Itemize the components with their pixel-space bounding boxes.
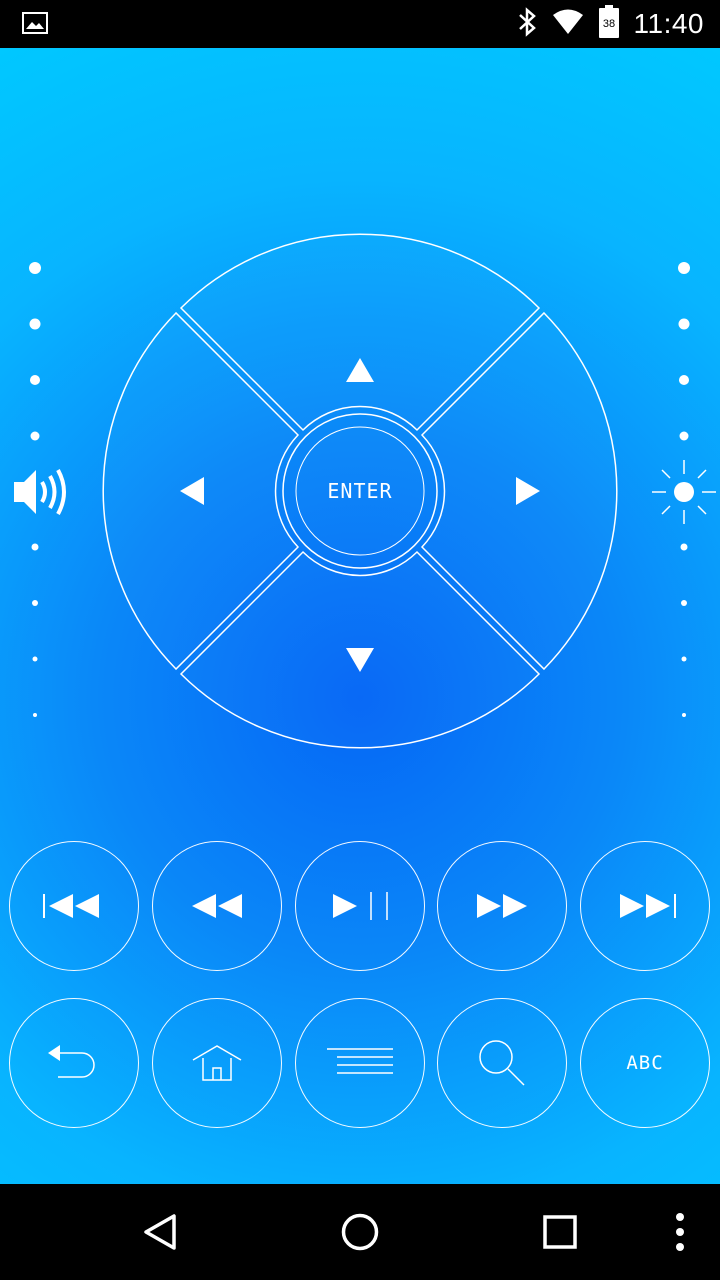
volume-icon bbox=[12, 466, 72, 518]
home-icon bbox=[192, 1045, 242, 1081]
nav-recents-button[interactable] bbox=[536, 1208, 584, 1256]
play-pause-button[interactable] bbox=[295, 841, 425, 971]
battery-icon: 38 bbox=[598, 5, 620, 43]
brightness-slider[interactable] bbox=[640, 48, 720, 768]
home-button[interactable] bbox=[152, 998, 282, 1128]
image-icon bbox=[22, 12, 48, 34]
status-time: 11:40 bbox=[633, 8, 704, 39]
rewind-icon bbox=[192, 894, 242, 918]
menu-button[interactable] bbox=[295, 998, 425, 1128]
dpad: ENTER bbox=[95, 226, 625, 756]
search-icon bbox=[479, 1040, 525, 1086]
skip-previous-button[interactable] bbox=[9, 841, 139, 971]
skip-next-button[interactable] bbox=[580, 841, 710, 971]
wifi-icon bbox=[552, 9, 584, 39]
status-bar: 38 11:40 bbox=[0, 0, 720, 48]
nav-back-icon bbox=[144, 1214, 176, 1250]
back-button[interactable] bbox=[9, 998, 139, 1128]
keyboard-button[interactable]: ABC bbox=[580, 998, 710, 1128]
overflow-menu-button[interactable] bbox=[656, 1208, 704, 1256]
battery-level: 38 bbox=[602, 18, 614, 30]
fast-forward-button[interactable] bbox=[437, 841, 567, 971]
skip-next-icon bbox=[620, 894, 676, 918]
brightness-icon bbox=[650, 458, 718, 526]
bluetooth-icon bbox=[516, 7, 538, 41]
more-vert-icon bbox=[676, 1213, 684, 1251]
keyboard-label: ABC bbox=[626, 1052, 664, 1074]
navigation-bar bbox=[0, 1184, 720, 1280]
skip-previous-icon bbox=[43, 894, 99, 918]
volume-slider[interactable] bbox=[0, 48, 80, 768]
menu-icon bbox=[327, 1048, 393, 1074]
nav-home-button[interactable] bbox=[336, 1208, 384, 1256]
enter-label: ENTER bbox=[327, 479, 392, 503]
nav-back-button[interactable] bbox=[136, 1208, 184, 1256]
nav-recents-icon bbox=[543, 1215, 577, 1249]
rewind-button[interactable] bbox=[152, 841, 282, 971]
remote-control-screen: ENTER ABC bbox=[0, 48, 720, 1184]
fast-forward-icon bbox=[477, 894, 527, 918]
nav-home-icon bbox=[341, 1213, 379, 1251]
play-pause-icon bbox=[333, 892, 388, 920]
search-button[interactable] bbox=[437, 998, 567, 1128]
back-icon bbox=[48, 1045, 95, 1078]
